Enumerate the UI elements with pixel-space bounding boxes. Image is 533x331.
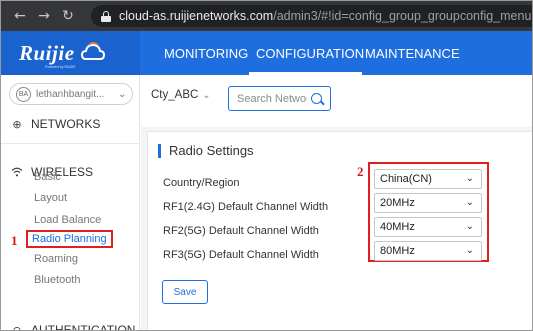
divider [1,143,140,144]
lock-icon [101,10,111,22]
rf2-channel-width-label: RF2(5G) Default Channel Width [163,225,319,237]
chevron-down-icon: ⌄ [202,89,211,101]
annotation-marker-2: 2 [357,164,364,179]
app-header: Ruijie Powered by RUIJIE MONITORING CONF… [1,31,532,75]
radio-settings-card: Radio Settings Country/Region RF1(2.4G) … [147,131,532,330]
annotation-marker-1: 1 [11,233,18,248]
country-region-label: Country/Region [163,177,240,189]
screenshot-frame: ← → ↻ cloud-as.ruijienetworks.com/admin3… [0,0,533,331]
address-bar[interactable]: cloud-as.ruijienetworks.com/admin3/#!id=… [91,5,532,27]
rf3-channel-width-label: RF3(5G) Default Channel Width [163,249,319,261]
sidebar-item-authentication[interactable]: ⊙ AUTHENTICATION [1,319,140,331]
sidebar-item-label: NETWORKS [31,117,101,131]
chevron-down-icon: ⌄ [465,221,474,232]
logo-text: Ruijie [19,40,75,65]
group-select[interactable]: Cty_ABC ⌄ [151,89,211,101]
rf1-channel-width-label: RF1(2.4G) Default Channel Width [163,201,329,213]
user-menu[interactable]: BA lethanhbangit... ⌄ [9,83,133,105]
sidebar: BA lethanhbangit... ⌄ ⊕ NETWORKS WIRELES… [1,75,140,331]
forward-icon[interactable]: → [33,5,55,27]
cloud-logo-icon [80,42,105,60]
country-region-select[interactable]: China(CN) ⌄ [374,169,482,189]
sidebar-item-networks[interactable]: ⊕ NETWORKS [1,113,140,135]
sidebar-item-label: AUTHENTICATION [31,323,136,331]
rf2-channel-width-select[interactable]: 40MHz ⌄ [374,217,482,237]
avatar: BA [16,86,31,102]
url-host: cloud-as.ruijienetworks.com [119,9,274,23]
sidebar-subitem-roaming[interactable]: Roaming [34,253,78,265]
search-icon[interactable] [311,93,322,104]
search-network-box[interactable] [228,86,331,111]
card-title: Radio Settings [158,144,254,158]
search-input[interactable] [237,92,307,105]
url-path: /admin3/#!id=config_group_groupconfig_me… [273,9,532,23]
rf1-channel-width-select[interactable]: 20MHz ⌄ [374,193,482,213]
chevron-down-icon: ⌄ [465,197,474,208]
shield-icon: ⊙ [12,323,22,331]
nav-configuration[interactable]: CONFIGURATION [256,31,364,75]
chevron-down-icon: ⌄ [465,245,474,256]
select-value: 20MHz [380,197,415,209]
chevron-down-icon: ⌄ [118,88,127,100]
logo-subtitle: Powered by RUIJIE [45,65,76,69]
sidebar-subitem-radio-planning[interactable]: Radio Planning [26,230,113,248]
nav-maintenance[interactable]: MAINTENANCE [365,31,460,75]
group-select-value: Cty_ABC [151,89,199,101]
select-value: 40MHz [380,221,415,233]
main-content: Cty_ABC ⌄ Radio Settings Country/Region … [141,75,532,330]
ruijie-logo[interactable]: Ruijie Powered by RUIJIE [1,31,140,75]
back-icon[interactable]: ← [9,5,31,27]
browser-toolbar: ← → ↻ cloud-as.ruijienetworks.com/admin3… [1,1,532,31]
globe-icon: ⊕ [12,117,22,131]
sidebar-item-wireless[interactable]: WIRELESS [1,161,140,183]
chevron-down-icon: ⌄ [465,173,474,184]
filter-bar: Cty_ABC ⌄ [141,75,532,127]
sidebar-subitem-bluetooth[interactable]: Bluetooth [34,274,80,286]
wifi-icon [11,166,23,178]
sidebar-subitem-layout[interactable]: Layout [34,192,67,204]
username: lethanhbangit... [36,88,105,100]
sidebar-subitem-basic[interactable]: Basic [34,171,61,183]
select-value: 80MHz [380,245,415,257]
save-button[interactable]: Save [162,280,208,304]
rf3-channel-width-select[interactable]: 80MHz ⌄ [374,241,482,261]
nav-monitoring[interactable]: MONITORING [164,31,248,75]
reload-icon[interactable]: ↻ [57,5,79,27]
sidebar-subitem-load-balance[interactable]: Load Balance [34,214,101,226]
select-value: China(CN) [380,173,432,185]
